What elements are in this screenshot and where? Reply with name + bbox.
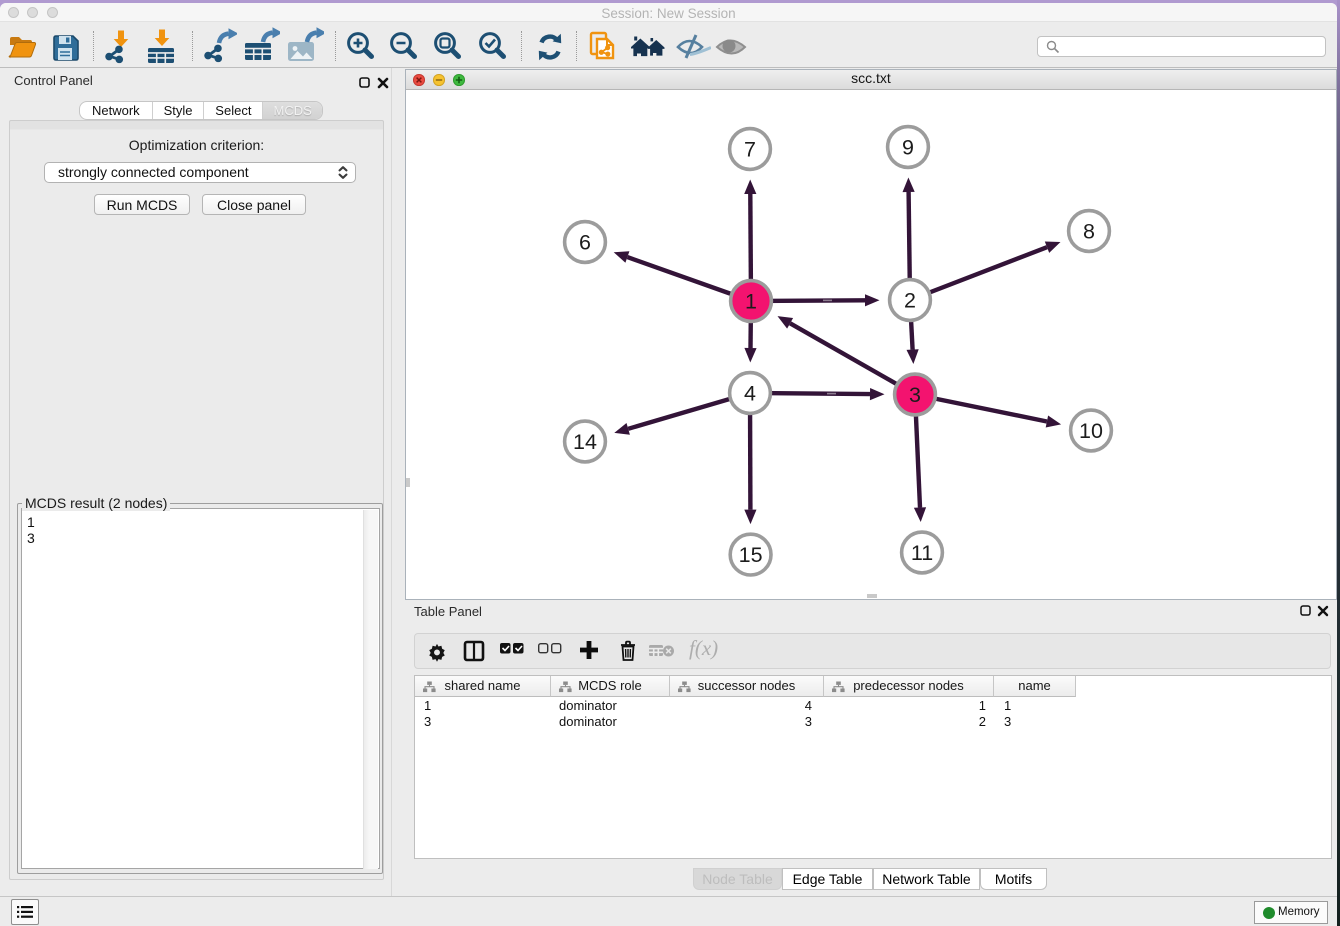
svg-text:14: 14 xyxy=(573,430,597,454)
svg-text:1: 1 xyxy=(745,289,757,313)
svg-text:9: 9 xyxy=(902,135,914,159)
svg-text:4: 4 xyxy=(744,381,756,405)
svg-text:11: 11 xyxy=(911,541,933,565)
svg-text:6: 6 xyxy=(579,230,591,254)
svg-text:10: 10 xyxy=(1079,419,1103,443)
svg-text:8: 8 xyxy=(1083,219,1095,243)
svg-text:2: 2 xyxy=(904,288,916,312)
svg-text:15: 15 xyxy=(739,543,763,567)
svg-text:7: 7 xyxy=(744,137,756,161)
svg-text:3: 3 xyxy=(909,383,921,407)
